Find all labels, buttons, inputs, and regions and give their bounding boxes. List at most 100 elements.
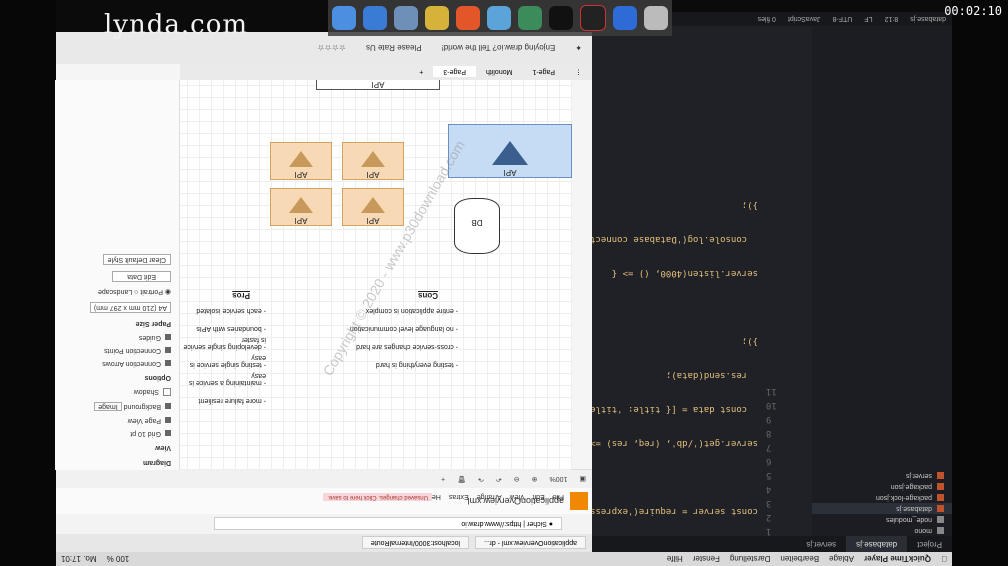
- status-cursor[interactable]: 8:12: [885, 16, 899, 23]
- menu-file[interactable]: File: [553, 493, 564, 500]
- grid-size[interactable]: 10 pt: [130, 430, 146, 437]
- dock: [328, 0, 672, 36]
- unsaved-notice[interactable]: Unsaved changes. Click here to save.: [323, 493, 432, 501]
- line-number: 8: [766, 428, 772, 438]
- radio-landscape[interactable]: ○: [134, 289, 138, 296]
- checkbox-icon[interactable]: [165, 417, 171, 424]
- menubar-item-window[interactable]: Fenster: [693, 555, 720, 564]
- menubar-app[interactable]: QuickTime Player: [864, 555, 931, 564]
- checkbox-icon[interactable]: [165, 347, 171, 354]
- checkbox-icon[interactable]: [163, 388, 171, 396]
- api-box[interactable]: API: [342, 188, 404, 226]
- status-files: 0 files: [757, 15, 776, 23]
- zoom-out-icon[interactable]: ⊖: [514, 475, 520, 483]
- status-eol[interactable]: LF: [864, 16, 872, 23]
- stars-icon[interactable]: ☆☆☆☆: [317, 44, 346, 53]
- appstore-icon[interactable]: [331, 6, 356, 30]
- background-row[interactable]: Background Image: [55, 399, 179, 414]
- menubar-item-file[interactable]: Ablage: [829, 555, 854, 564]
- background-image-button[interactable]: Image: [94, 402, 122, 411]
- undo-icon[interactable]: ↶: [496, 475, 502, 483]
- checkbox-icon[interactable]: [165, 334, 171, 341]
- tree-item-database-js[interactable]: database.js: [812, 503, 952, 514]
- edit-data-button[interactable]: Edit Data: [55, 268, 179, 285]
- secure-label: Sicher: [526, 520, 547, 528]
- terminal-icon[interactable]: [549, 6, 574, 30]
- address-bar: ● Sicher | https://www.draw.io: [56, 514, 592, 534]
- add-page-icon[interactable]: +: [409, 67, 433, 78]
- grid-row[interactable]: Grid 10 pt: [55, 427, 179, 440]
- postman-icon[interactable]: [456, 6, 480, 30]
- status-file[interactable]: database.js: [910, 16, 946, 23]
- menu-extras[interactable]: Extras: [449, 493, 469, 500]
- quicktime-icon[interactable]: [580, 5, 607, 31]
- menubar-item-help[interactable]: Hilfe: [667, 555, 683, 564]
- atom-icon[interactable]: [518, 6, 543, 30]
- api-label: API: [366, 216, 380, 225]
- guides-row[interactable]: Guides: [55, 331, 179, 344]
- connection-points-row[interactable]: Connection Points: [55, 344, 179, 357]
- edit-data-label: Edit Data: [112, 271, 171, 282]
- tree-item-package-json[interactable]: package.json: [812, 481, 952, 492]
- page-menu-icon[interactable]: ⋮: [565, 66, 592, 78]
- format-panel-icon[interactable]: ▣: [579, 475, 586, 483]
- page-tab-monolith[interactable]: Monolith: [476, 67, 522, 78]
- panel-tab-diagram[interactable]: Diagram: [55, 455, 179, 470]
- tree-item-package-lock[interactable]: package-lock.json: [812, 492, 952, 503]
- checkbox-icon[interactable]: [165, 430, 171, 437]
- database-cylinder[interactable]: DB: [454, 198, 500, 254]
- tree-item-node-modules[interactable]: node_modules: [812, 514, 952, 525]
- add-icon[interactable]: +: [441, 476, 445, 483]
- menubar-item-edit[interactable]: Bearbeiten: [780, 555, 819, 564]
- page-view-row[interactable]: Page View: [55, 414, 179, 427]
- drawio-toolbar: ▣ 100% ⊕ ⊖ ↶ ↷ 🗑 +: [56, 469, 592, 488]
- api-box-large[interactable]: API: [448, 124, 572, 178]
- safari-icon[interactable]: [362, 6, 387, 30]
- trash-icon[interactable]: [644, 6, 669, 30]
- checkbox-icon[interactable]: [165, 403, 171, 410]
- preview-icon[interactable]: [393, 6, 418, 30]
- menu-arrange[interactable]: Arrange: [477, 493, 502, 500]
- browser-tab-drawio[interactable]: applicationOverview.xml - dr...: [475, 536, 586, 550]
- page-tab-1[interactable]: Page-1: [522, 67, 565, 78]
- menu-edit[interactable]: Edit: [533, 493, 545, 500]
- url-field[interactable]: ● Sicher | https://www.draw.io: [214, 517, 562, 531]
- browser-app-icon[interactable]: [613, 6, 638, 30]
- menubar-item-view[interactable]: Darstellung: [730, 555, 770, 564]
- redo-icon[interactable]: ↷: [478, 475, 484, 483]
- pro-item: - maintaining a service is easy: [188, 372, 266, 386]
- api-box[interactable]: API: [342, 142, 404, 180]
- page-tab-3[interactable]: Page-3: [433, 66, 476, 78]
- tree-item-mono[interactable]: mono: [812, 525, 952, 536]
- clear-default-button[interactable]: Clear Default Style: [55, 251, 179, 268]
- tab-database-js[interactable]: database.js: [846, 536, 908, 552]
- tree-item-server-js[interactable]: server.js: [812, 470, 952, 481]
- rate-text[interactable]: Please Rate Us: [366, 44, 422, 53]
- api-box[interactable]: API: [270, 142, 332, 180]
- menu-view[interactable]: View: [510, 493, 525, 500]
- line-number: 10: [766, 400, 777, 410]
- tab-project[interactable]: Project: [907, 536, 952, 552]
- api-box[interactable]: API: [270, 188, 332, 226]
- banner-text[interactable]: Enjoying draw.io? Tell the world!: [442, 44, 556, 53]
- connection-arrows-row[interactable]: Connection Arrows: [55, 357, 179, 370]
- shadow-row[interactable]: Shadow: [55, 385, 179, 399]
- status-grammar[interactable]: JavaScript: [788, 16, 821, 23]
- browser-tab-localhost[interactable]: localhost:3000/InternalRoute: [361, 536, 470, 550]
- tab-server-js[interactable]: server.js: [796, 536, 846, 552]
- code-area[interactable]: const server = require('express')(); ser…: [592, 24, 758, 536]
- cons-heading: Cons: [418, 291, 438, 300]
- checkbox-icon[interactable]: [165, 360, 171, 367]
- paper-select[interactable]: A4 (210 mm x 297 mm): [55, 299, 179, 316]
- apple-icon[interactable]: : [941, 555, 947, 564]
- delete-icon[interactable]: 🗑: [457, 475, 466, 483]
- zoom-label[interactable]: 100%: [549, 476, 567, 483]
- chrome-icon[interactable]: [424, 6, 449, 30]
- status-encoding[interactable]: UTF-8: [833, 16, 853, 23]
- file-icon: [937, 472, 944, 479]
- radio-portrait[interactable]: ◉: [165, 288, 171, 296]
- zoom-in-icon[interactable]: ⊕: [532, 475, 538, 483]
- app-icon[interactable]: [487, 6, 512, 30]
- twitter-icon[interactable]: ✦: [575, 44, 582, 53]
